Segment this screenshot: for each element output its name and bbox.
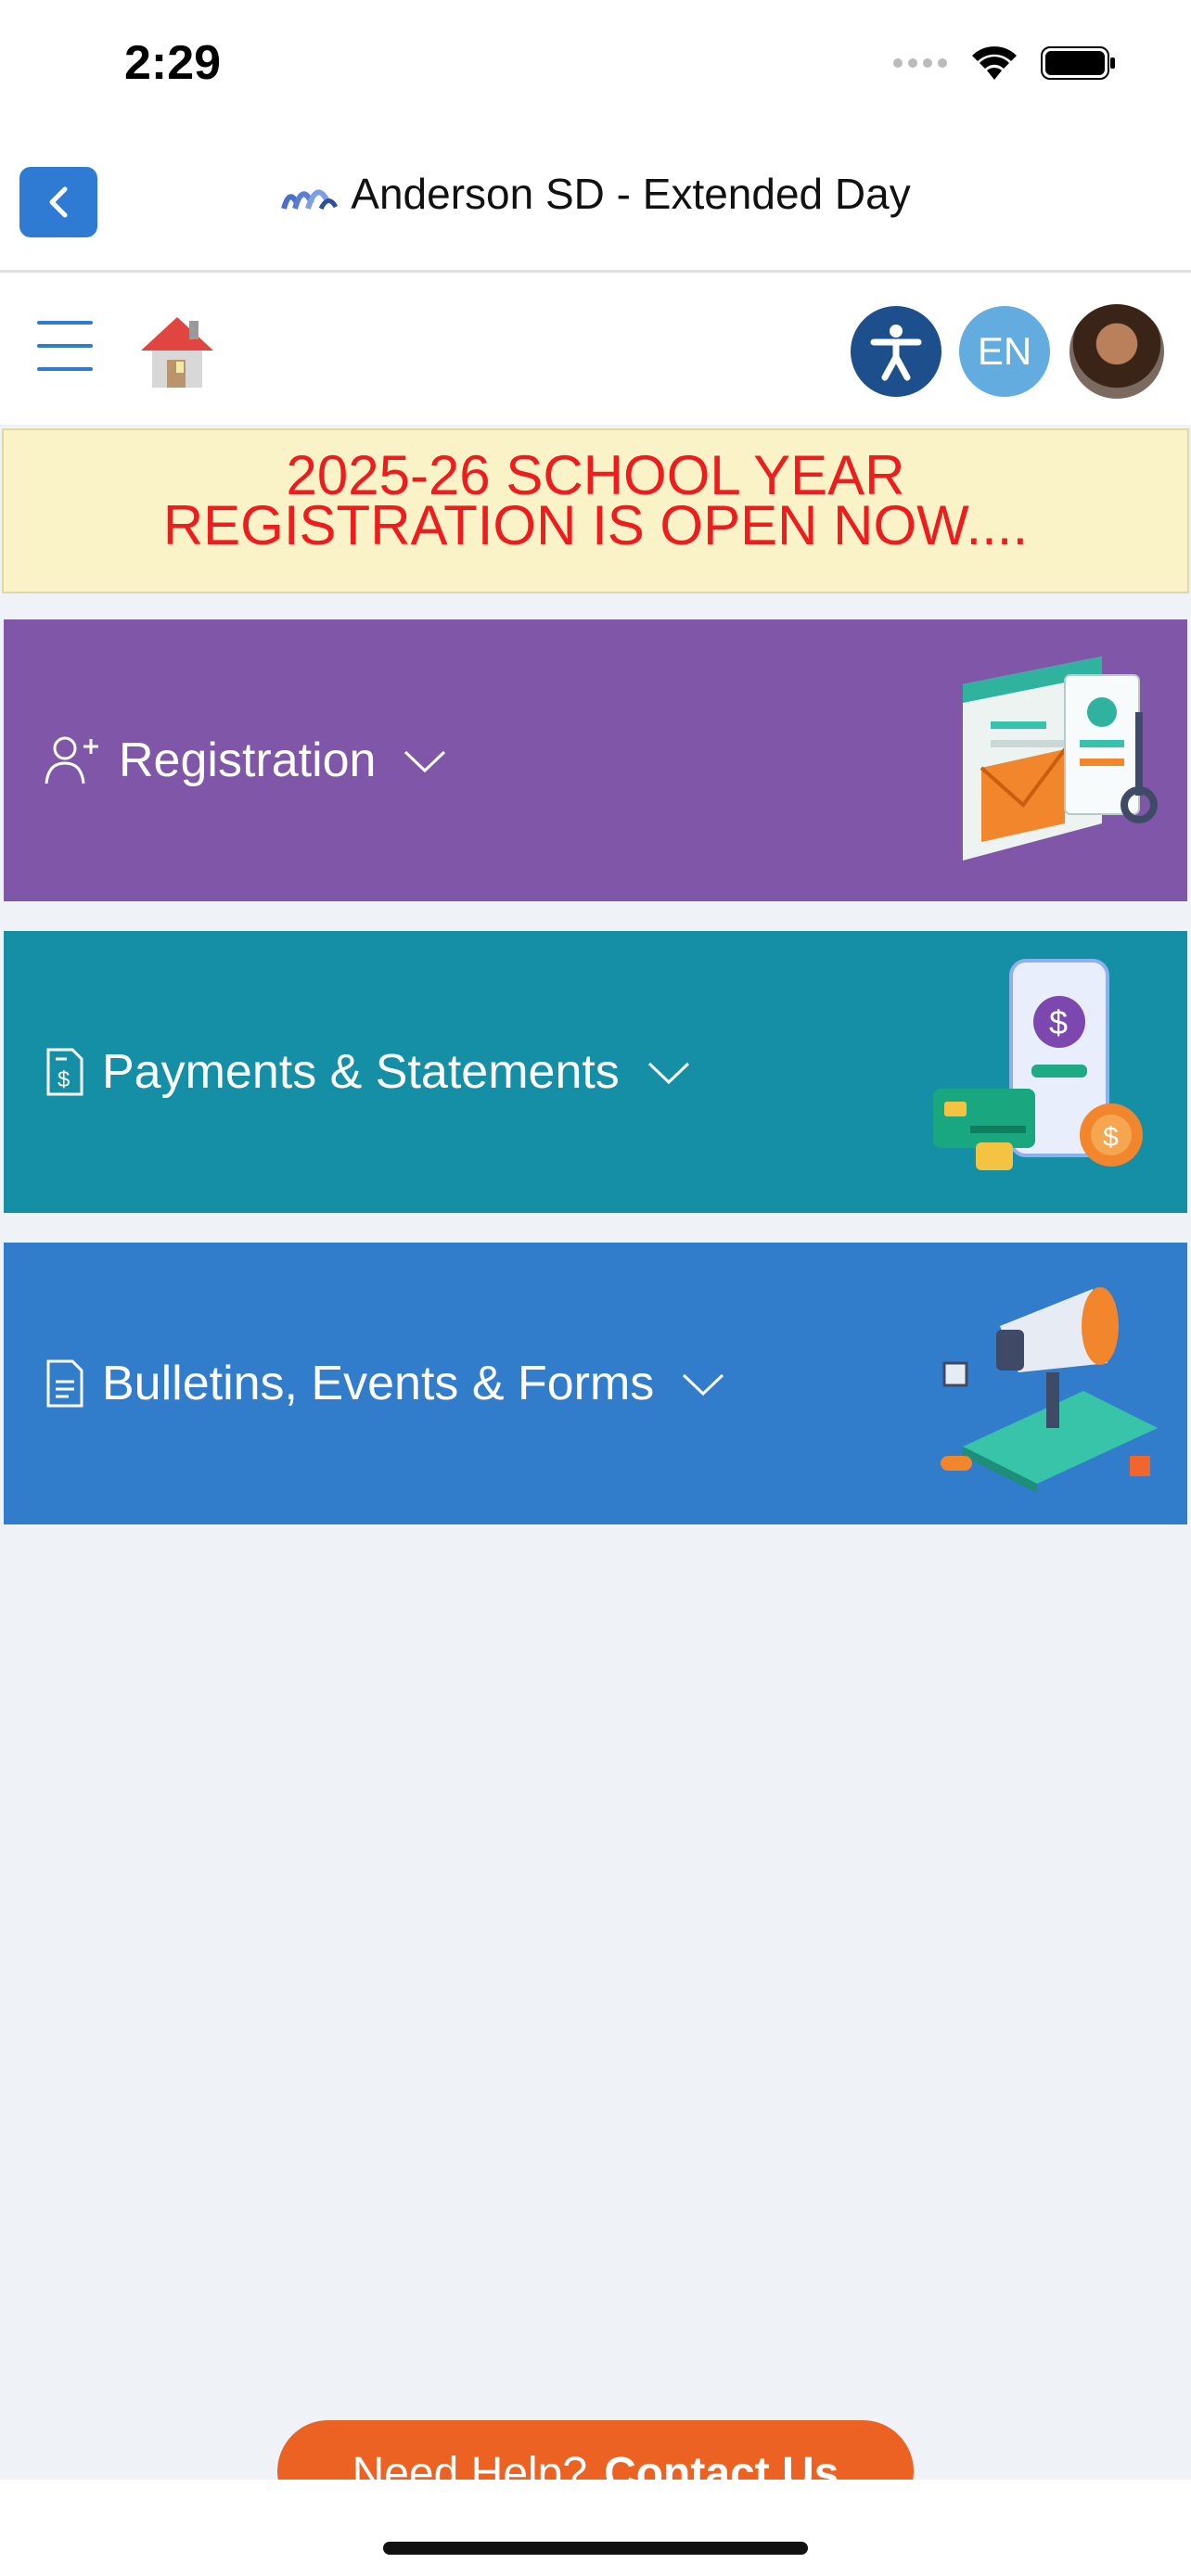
bulletins-label: Bulletins, Events & Forms xyxy=(102,1357,655,1410)
payments-card[interactable]: $ Payments & Statements $ $ xyxy=(4,931,1187,1213)
announcement-banner: 2025-26 SCHOOL YEAR REGISTRATION IS OPEN… xyxy=(2,428,1189,593)
status-time: 2:29 xyxy=(124,36,222,90)
accessibility-icon xyxy=(870,325,922,381)
home-button[interactable] xyxy=(135,310,219,393)
nav-title: Anderson SD - Extended Day xyxy=(351,170,911,218)
bulletins-label-wrap: Bulletins, Events & Forms xyxy=(45,1356,726,1411)
registration-card[interactable]: Registration xyxy=(4,619,1187,901)
registration-label: Registration xyxy=(119,733,377,787)
menu-line xyxy=(37,367,93,371)
svg-text:$: $ xyxy=(58,1067,70,1092)
battery-icon xyxy=(1041,46,1115,80)
svg-text:$: $ xyxy=(1049,1003,1068,1041)
svg-text:$: $ xyxy=(1103,1122,1119,1153)
registration-label-wrap: Registration xyxy=(45,733,448,788)
home-indicator[interactable] xyxy=(383,2542,808,2555)
menu-line xyxy=(37,321,93,325)
chevron-down-icon xyxy=(647,1062,689,1085)
registration-illustration-icon xyxy=(963,657,1158,861)
accessibility-button[interactable] xyxy=(851,306,941,397)
banner-line-2: REGISTRATION IS OPEN NOW.... xyxy=(162,494,1029,556)
district-logo-icon xyxy=(281,189,339,210)
document-icon xyxy=(46,1359,83,1408)
banner-line-1: 2025-26 SCHOOL YEAR xyxy=(286,444,905,506)
wifi-icon xyxy=(972,46,1017,80)
signal-icon xyxy=(893,58,947,68)
user-plus-icon xyxy=(45,736,98,784)
avatar[interactable] xyxy=(1069,304,1164,399)
dollar-document-icon: $ xyxy=(46,1048,83,1096)
bottom-bar xyxy=(0,2480,1191,2576)
navigation-bar: Anderson SD - Extended Day xyxy=(0,130,1191,273)
menu-line xyxy=(37,344,93,348)
status-bar: 2:29 xyxy=(0,0,1191,130)
language-button[interactable]: EN xyxy=(959,306,1050,397)
payments-label: Payments & Statements xyxy=(102,1045,620,1099)
bulletins-card[interactable]: Bulletins, Events & Forms xyxy=(4,1243,1187,1524)
house-icon xyxy=(141,317,213,388)
megaphone-illustration-icon xyxy=(941,1287,1158,1493)
toolbar: EN xyxy=(0,273,1191,425)
payments-illustration-icon: $ $ xyxy=(933,959,1143,1170)
chevron-down-icon xyxy=(683,1373,724,1396)
payments-label-wrap: $ Payments & Statements xyxy=(45,1044,692,1100)
chevron-down-icon xyxy=(404,750,446,773)
menu-button[interactable] xyxy=(37,321,93,373)
status-icons xyxy=(892,45,1117,82)
nav-title-wrap: Anderson SD - Extended Day xyxy=(0,169,1191,219)
